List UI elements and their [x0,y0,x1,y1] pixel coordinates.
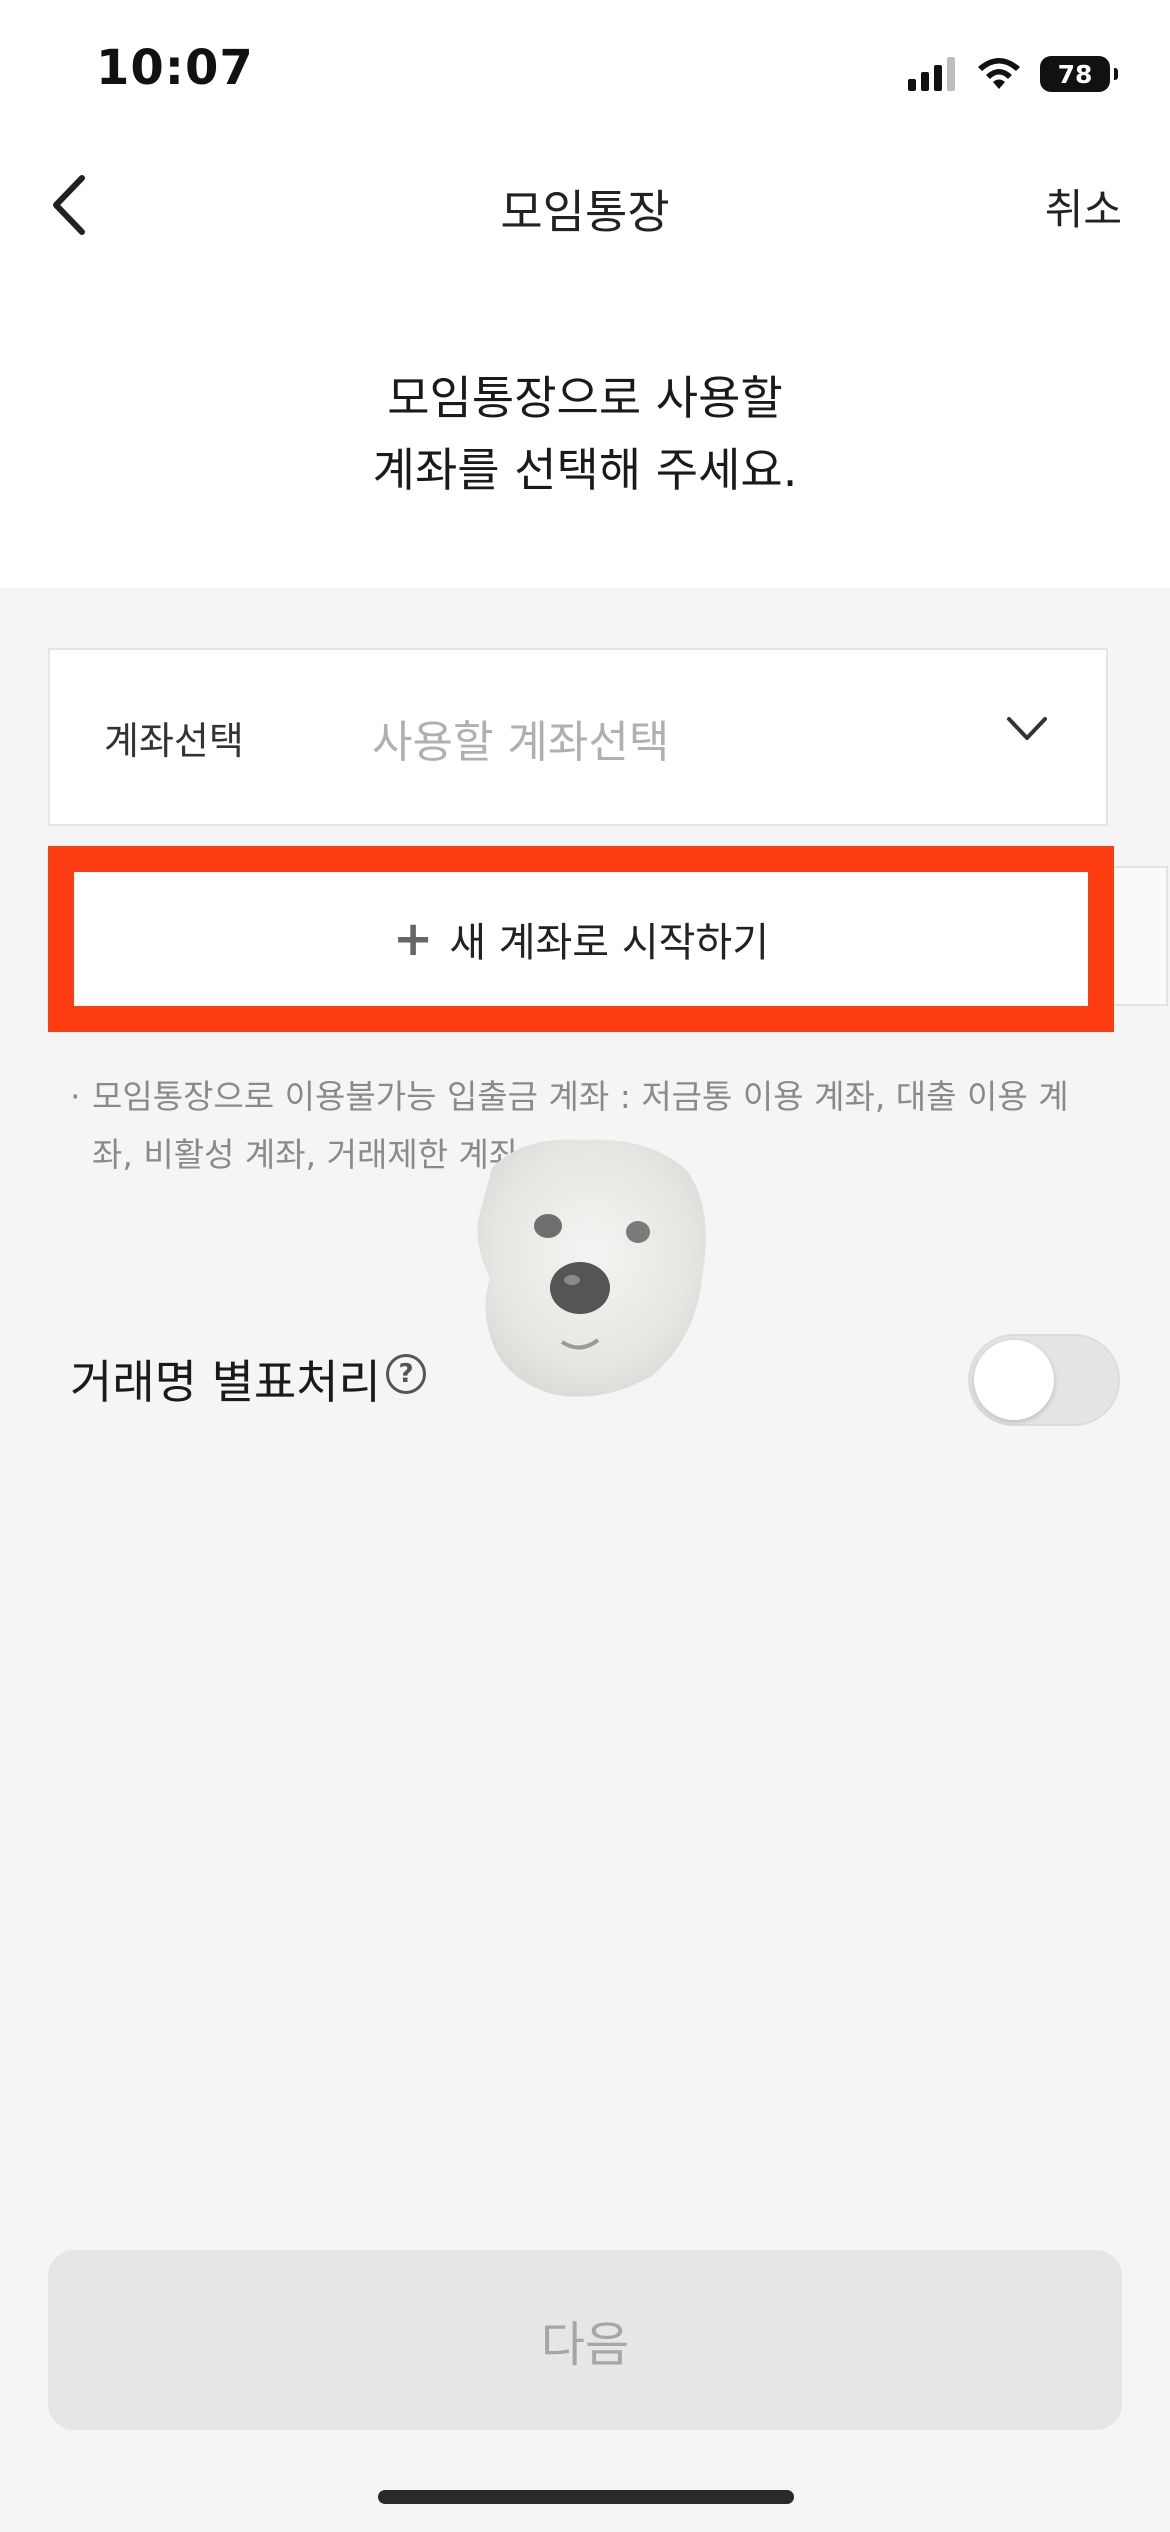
next-button[interactable]: 다음 [48,2250,1122,2430]
button-edge [1114,866,1168,1006]
chevron-down-icon [1007,717,1047,740]
headline-line-1: 모임통장으로 사용할 [387,371,783,425]
question-circle-icon[interactable]: ? [386,1354,426,1394]
battery-level: 78 [1057,59,1093,89]
status-icons: 78 [908,52,1118,96]
home-indicator [378,2490,794,2504]
signal-icon [908,57,955,91]
wifi-icon [978,58,1020,89]
account-select-placeholder: 사용할 계좌선택 [372,717,670,768]
dog-sticker [477,1139,706,1397]
toggle-knob [974,1340,1054,1420]
help-glyph: ? [398,1359,414,1389]
masking-toggle[interactable] [968,1334,1120,1426]
headline-line-2: 계좌를 선택해 주세요. [372,443,798,497]
plus-icon: + [392,911,434,967]
new-account-button[interactable]: + 새 계좌로 시작하기 [74,872,1088,1006]
notice-bullet: · [70,1077,81,1116]
status-time: 10:07 [96,40,254,96]
new-account-label: 새 계좌로 시작하기 [449,920,770,966]
page-title: 모임통장 [500,185,670,239]
cancel-button[interactable]: 취소 [1045,176,1122,237]
masking-option-label: 거래명 별표처리 [70,1355,381,1409]
headline: 모임통장으로 사용할 계좌를 선택해 주세요. [0,362,1170,506]
battery-icon: 78 [1040,56,1118,92]
account-select-label: 계좌선택 [104,719,244,763]
account-select-dropdown[interactable]: 계좌선택 사용할 계좌선택 [48,648,1108,826]
